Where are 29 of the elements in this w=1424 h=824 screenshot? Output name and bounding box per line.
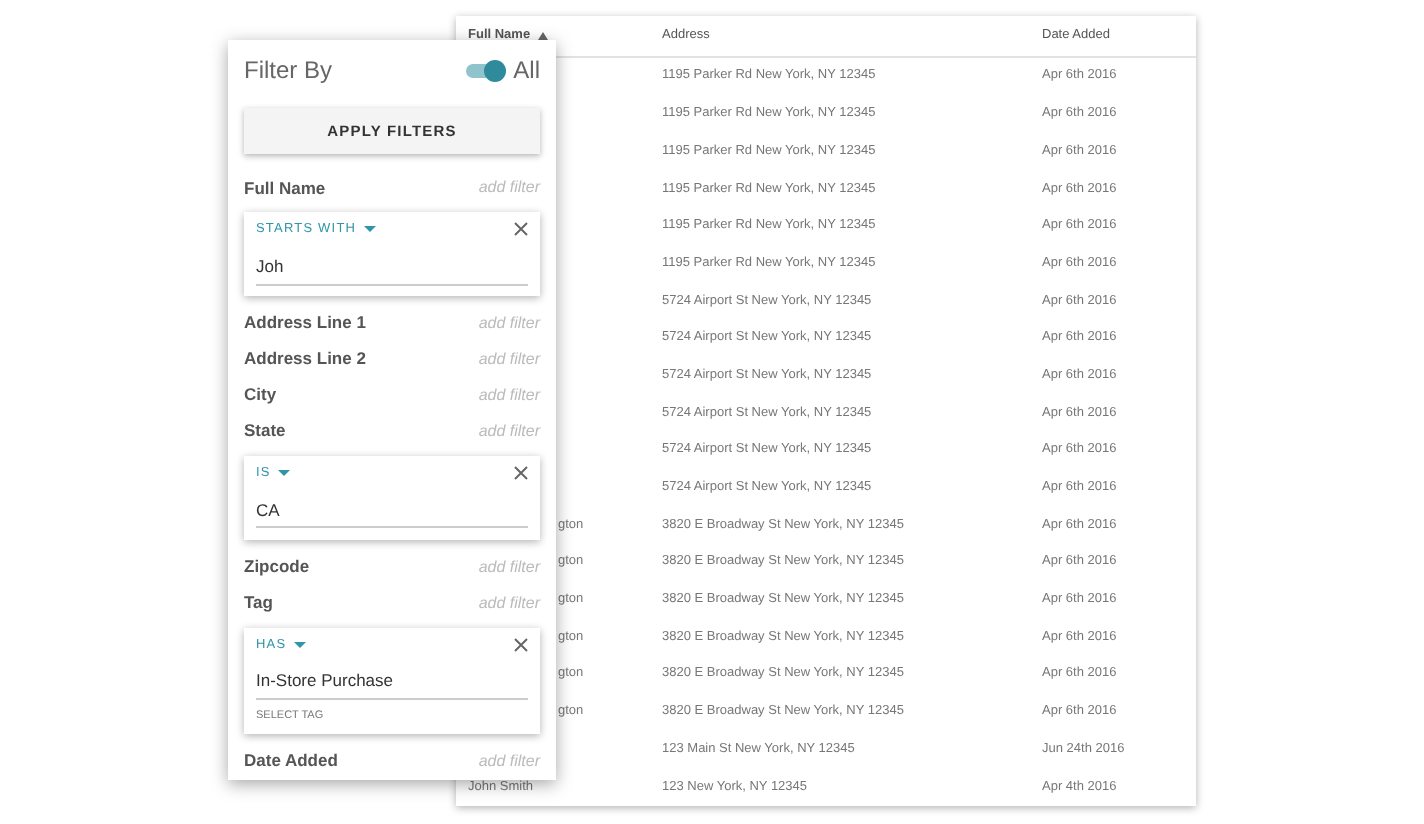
close-icon [514,637,528,652]
sort-arrow-icon [538,32,549,40]
add-filter-link[interactable]: add filter [478,347,540,372]
close-button[interactable] [514,222,528,237]
filter-label: State [244,418,286,445]
close-icon [514,222,528,237]
toggle-label: All [513,54,540,88]
caret-icon [364,226,377,233]
filter-label: Date Added [244,748,338,774]
add-filter-link[interactable]: add filter [478,555,540,579]
add-filter-link[interactable]: add filter [478,176,540,200]
filter-label: Address Line 1 [244,310,366,337]
add-filter-link[interactable]: add filter [478,383,540,408]
filter-label: City [244,382,277,409]
filter-label: Full Name [244,175,326,201]
filter-label: Address Line 2 [244,346,366,373]
add-filter-link[interactable]: add filter [478,591,540,615]
panel-title: Filter By [244,54,333,88]
add-filter-link[interactable]: add filter [478,749,540,773]
filter-label: Zipcode [244,554,310,580]
add-filter-link[interactable]: add filter [478,419,540,444]
close-button[interactable] [514,637,528,652]
filter-label: Tag [244,590,273,616]
close-icon [514,466,528,481]
add-filter-link[interactable]: add filter [478,311,540,336]
caret-icon [278,470,291,477]
caret-icon [294,641,307,648]
toggle-switch[interactable] [465,58,506,82]
close-button[interactable] [514,466,528,481]
